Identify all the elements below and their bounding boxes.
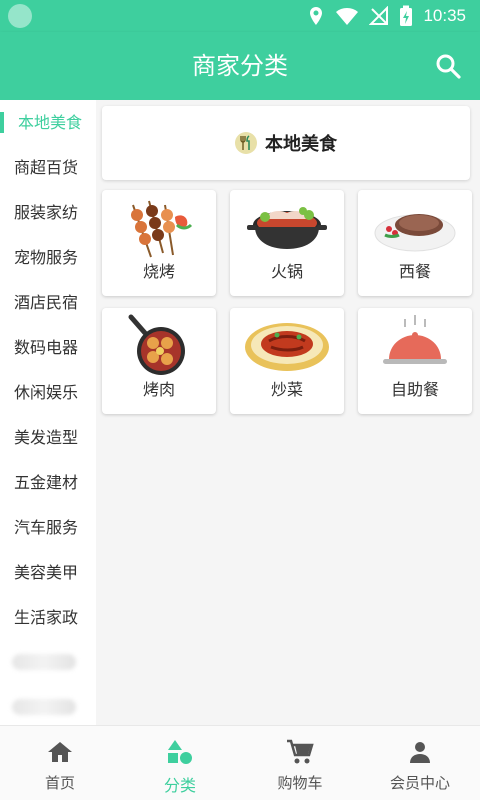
status-icons: 10:35 [307,4,466,28]
section-title: 本地美食 [265,134,337,155]
sidebar-item-auto-services[interactable]: 汽车服务 [0,505,96,550]
skewers-icon [114,194,204,260]
app-notification-icon [8,4,32,28]
search-button[interactable] [432,50,464,82]
subcategory-stir-fry[interactable]: 炒菜 [230,308,344,414]
no-signal-icon [369,6,389,25]
subcategory-western-food[interactable]: 西餐 [358,190,472,296]
category-sidebar[interactable]: 本地美食 商超百货 服装家纺 宠物服务 酒店民宿 数码电器 休闲娱乐 美发造型 … [0,100,96,725]
nav-cart[interactable]: 购物车 [240,726,360,800]
sidebar-item-housekeeping[interactable]: 生活家政 [0,595,96,640]
grill-pan-icon [114,312,204,378]
sidebar-item-obscured[interactable] [0,640,96,685]
home-icon [46,738,74,766]
subcategory-label: 烧烤 [142,262,175,281]
nav-label: 会员中心 [389,774,450,792]
sidebar-item-leisure[interactable]: 休闲娱乐 [0,370,96,415]
search-icon [436,54,461,79]
subcategory-hotpot[interactable]: 火锅 [230,190,344,296]
sidebar-item-electronics[interactable]: 数码电器 [0,325,96,370]
category-content: 本地美食 烧烤 火锅 西餐 烤肉 炒菜 自助餐 [96,100,480,725]
sidebar-item-pet-services[interactable]: 宠物服务 [0,235,96,280]
person-icon [406,738,434,766]
nav-label: 分类 [163,776,196,795]
sidebar-item-hardware[interactable]: 五金建材 [0,460,96,505]
nav-home[interactable]: 首页 [0,726,120,800]
steak-icon [370,194,460,260]
sidebar-item-local-food[interactable]: 本地美食 [0,100,96,145]
subcategory-label: 自助餐 [390,380,439,399]
nav-category[interactable]: 分类 [120,726,240,800]
subcategory-label: 西餐 [398,262,431,281]
bottom-navigation: 首页 分类 购物车 会员中心 [0,725,480,800]
subcategory-grilled-meat[interactable]: 烤肉 [102,308,216,414]
subcategory-label: 烤肉 [142,380,175,399]
sidebar-item-clothing[interactable]: 服装家纺 [0,190,96,235]
status-bar: 10:35 [0,0,480,32]
sidebar-item-beauty[interactable]: 美容美甲 [0,550,96,595]
app-bar: 商家分类 [0,32,480,100]
battery-charging-icon [400,5,413,26]
clock: 10:35 [423,6,466,25]
location-icon [310,7,323,25]
subcategory-bbq[interactable]: 烧烤 [102,190,216,296]
subcategory-label: 炒菜 [270,380,303,399]
food-category-icon [235,132,257,154]
page-title: 商家分类 [192,52,288,80]
stir-fry-icon [242,312,332,378]
category-icon [166,738,194,766]
wifi-icon [336,8,359,25]
cart-icon [286,738,314,766]
nav-label: 首页 [44,774,75,792]
hotpot-icon [242,194,332,260]
sidebar-item-hotels[interactable]: 酒店民宿 [0,280,96,325]
sidebar-item-obscured[interactable] [0,685,96,725]
cloche-icon [370,312,460,378]
nav-member-center[interactable]: 会员中心 [360,726,480,800]
sidebar-item-hairdressing[interactable]: 美发造型 [0,415,96,460]
subcategory-label: 火锅 [270,262,303,281]
subcategory-buffet[interactable]: 自助餐 [358,308,472,414]
sidebar-item-supermarket[interactable]: 商超百货 [0,145,96,190]
nav-label: 购物车 [277,774,323,792]
section-header: 本地美食 [102,106,470,180]
